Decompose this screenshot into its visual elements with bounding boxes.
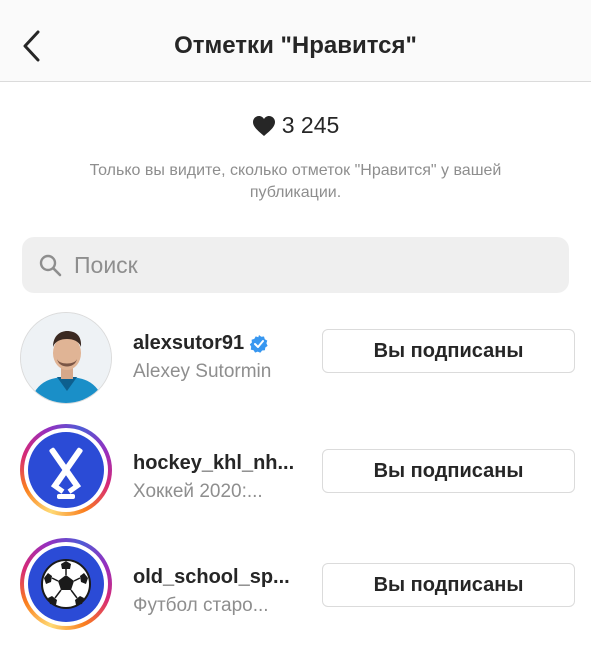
avatar[interactable] <box>20 312 112 404</box>
following-button[interactable]: Вы подписаны <box>322 449 575 493</box>
following-button[interactable]: Вы подписаны <box>322 329 575 373</box>
username[interactable]: hockey_khl_nh... <box>133 452 303 475</box>
list-item[interactable]: alexsutor91 Alexey Sutormin Вы подписаны <box>0 308 591 408</box>
username-text: alexsutor91 <box>133 332 245 354</box>
header-bar: Отметки "Нравится" <box>0 0 591 82</box>
search-icon <box>39 254 62 277</box>
full-name: Alexey Sutormin <box>133 361 272 382</box>
story-ring[interactable] <box>20 424 112 516</box>
person-photo <box>21 313 111 403</box>
likes-count: 3 245 <box>281 112 340 138</box>
avatar <box>28 546 104 622</box>
likes-privacy-note: Только вы видите, сколько отметок "Нрави… <box>89 162 502 201</box>
heart-icon <box>252 115 275 136</box>
full-name: Футбол старо... <box>133 595 269 616</box>
story-ring[interactable] <box>20 538 112 630</box>
username[interactable]: old_school_sp... <box>133 566 303 589</box>
list-item[interactable]: old_school_sp... Футбол старо... Вы подп… <box>0 538 591 638</box>
username[interactable]: alexsutor91 <box>133 332 303 355</box>
page-title: Отметки "Нравится" <box>174 32 417 59</box>
soccer-ball-icon <box>41 559 91 609</box>
hockey-sticks-icon <box>49 447 83 499</box>
avatar <box>28 432 104 508</box>
list-item[interactable]: hockey_khl_nh... Хоккей 2020:... Вы подп… <box>0 424 591 524</box>
following-button[interactable]: Вы подписаны <box>322 563 575 607</box>
search-bar[interactable] <box>22 237 569 293</box>
verified-badge-icon <box>249 334 268 353</box>
full-name: Хоккей 2020:... <box>133 481 263 502</box>
likes-count-row: 3 245 <box>0 112 591 139</box>
search-input[interactable] <box>72 250 569 280</box>
